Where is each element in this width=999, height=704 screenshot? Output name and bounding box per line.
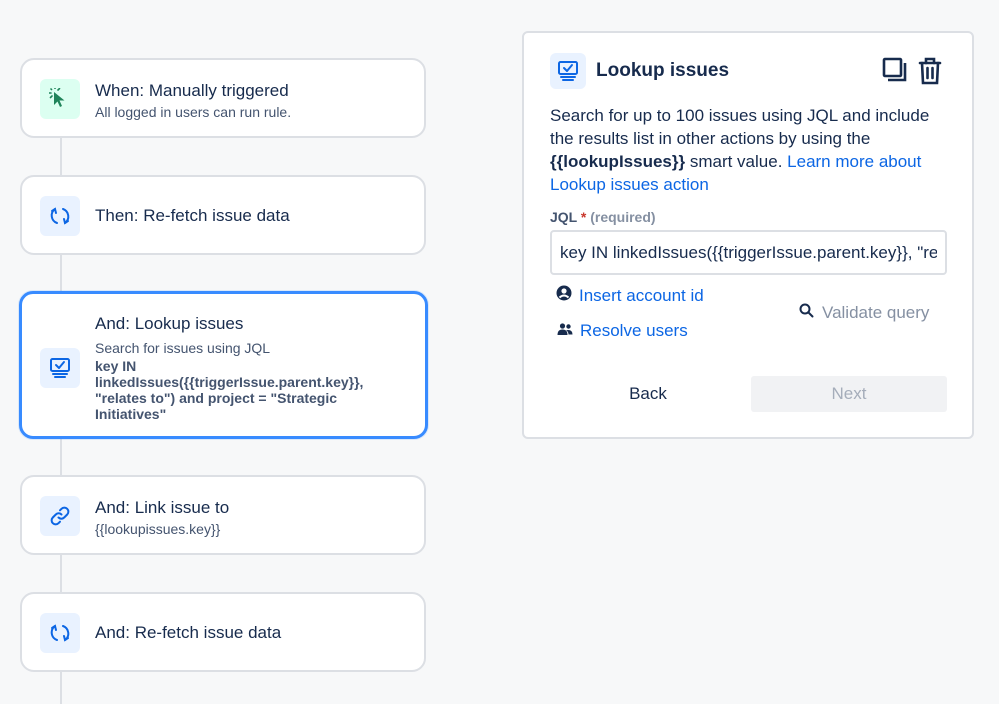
- user-circle-icon: [556, 285, 572, 306]
- description-text: smart value.: [685, 152, 788, 171]
- rule-subtitle: All logged in users can run rule.: [95, 104, 292, 120]
- panel-actions: [882, 57, 942, 90]
- monitor-check-icon: [550, 53, 586, 89]
- flow-connector: [60, 136, 62, 178]
- description-text: Search for up to 100 issues using JQL an…: [550, 106, 930, 148]
- rule-card-trigger[interactable]: When: Manually triggered All logged in u…: [20, 58, 426, 138]
- flow-connector: [60, 553, 62, 594]
- rule-card-refetch-2[interactable]: And: Re-fetch issue data: [20, 592, 426, 672]
- flow-connector: [60, 670, 62, 704]
- trash-icon[interactable]: [918, 57, 942, 90]
- lookup-issues-panel: Lookup issues Search for up to 100 issue…: [522, 31, 974, 439]
- rule-subtitle: {{lookupissues.key}}: [95, 521, 221, 537]
- refresh-icon: [40, 613, 80, 653]
- validate-query-label: Validate query: [822, 303, 930, 322]
- flow-connector: [60, 437, 62, 477]
- required-star: *: [580, 209, 587, 225]
- jql-input[interactable]: [550, 230, 947, 275]
- rule-title: And: Re-fetch issue data: [95, 623, 282, 642]
- next-button[interactable]: Next: [751, 376, 947, 412]
- jql-label-text: JQL: [550, 209, 577, 225]
- resolve-users-button[interactable]: Resolve users: [557, 321, 688, 341]
- rule-title: Then: Re-fetch issue data: [95, 206, 290, 225]
- insert-account-id-label: Insert account id: [579, 285, 704, 305]
- rule-title: And: Lookup issues: [95, 314, 244, 333]
- cursor-click-icon: [40, 79, 80, 119]
- required-text: (required): [590, 209, 656, 225]
- rule-jql: key IN linkedIssues({{triggerIssue.paren…: [95, 358, 364, 422]
- panel-title: Lookup issues: [596, 60, 730, 81]
- insert-account-id-button[interactable]: Insert account id: [556, 285, 704, 306]
- rule-title: When: Manually triggered: [95, 81, 289, 100]
- rule-card-link-issue[interactable]: And: Link issue to {{lookupissues.key}}: [20, 475, 426, 555]
- jql-label: JQL * (required): [550, 209, 656, 225]
- rule-card-lookup-issues[interactable]: And: Lookup issues Search for issues usi…: [19, 291, 428, 439]
- link-icon: [40, 496, 80, 536]
- duplicate-icon[interactable]: [882, 57, 908, 90]
- rule-card-refetch[interactable]: Then: Re-fetch issue data: [20, 175, 426, 255]
- users-icon: [557, 321, 573, 341]
- rule-title: And: Link issue to: [95, 498, 230, 517]
- refresh-icon: [40, 196, 80, 236]
- panel-header: Lookup issues: [550, 53, 729, 89]
- resolve-users-label: Resolve users: [580, 321, 688, 340]
- smart-value: {{lookupIssues}}: [550, 152, 686, 171]
- monitor-check-icon: [40, 348, 80, 388]
- rule-subtitle: Search for issues using JQL: [95, 340, 271, 356]
- validate-query-button[interactable]: Validate query: [799, 303, 929, 323]
- panel-description: Search for up to 100 issues using JQL an…: [550, 104, 950, 196]
- flow-connector: [60, 253, 62, 293]
- search-icon: [799, 303, 814, 323]
- back-button[interactable]: Back: [550, 376, 746, 412]
